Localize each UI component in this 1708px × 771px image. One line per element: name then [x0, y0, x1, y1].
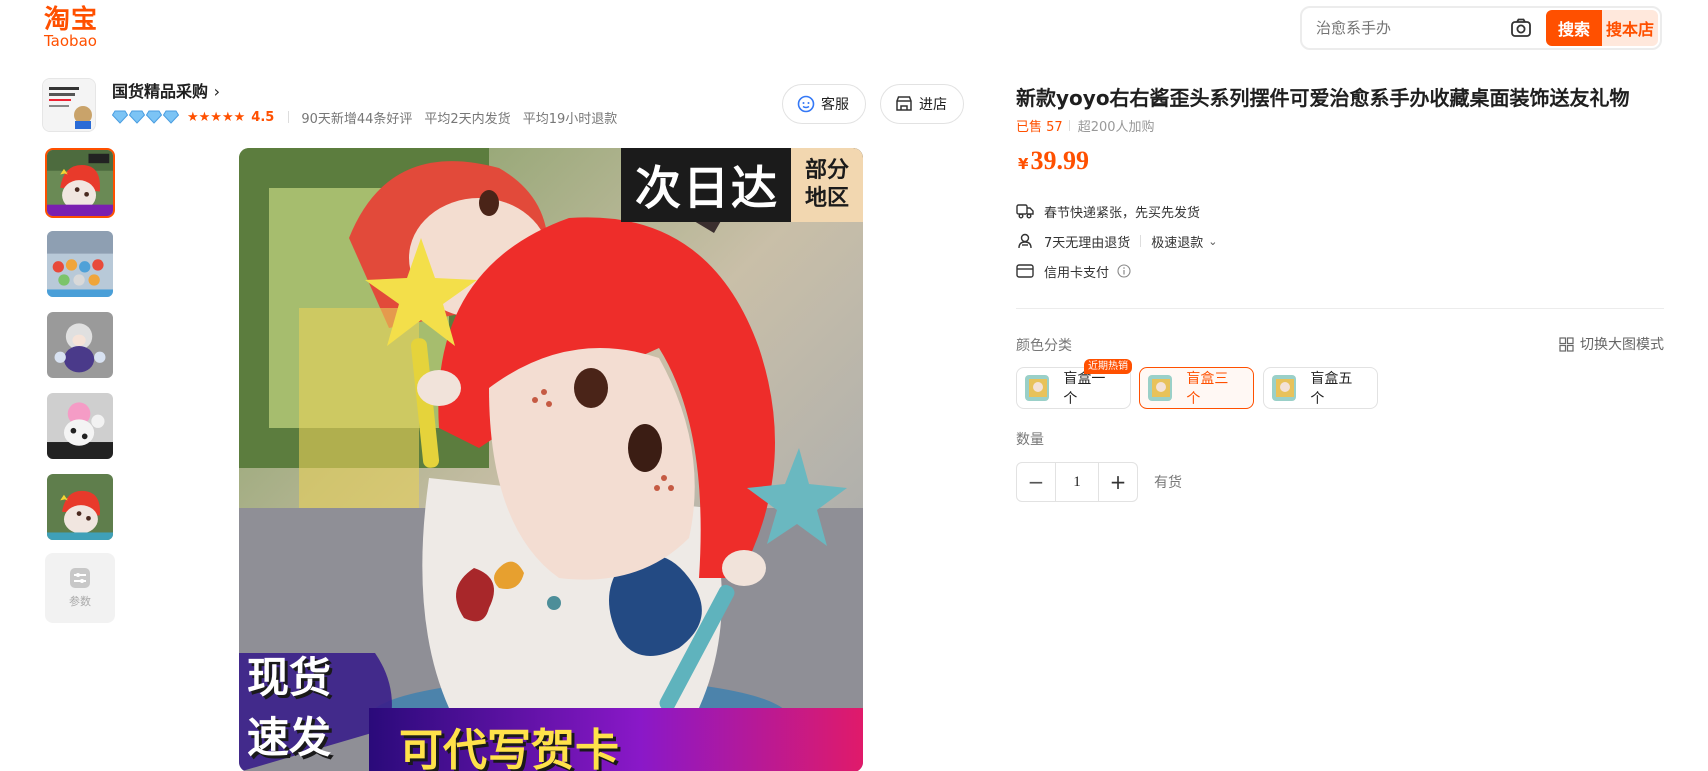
customer-service-button[interactable]: 客服	[782, 84, 866, 124]
section-divider	[1016, 308, 1664, 309]
overlay-greeting-card: 可代写贺卡	[399, 725, 619, 771]
search-input[interactable]	[1304, 9, 1510, 47]
truck-icon	[1016, 204, 1034, 219]
shop-stat: 90天新增44条好评	[301, 111, 413, 127]
shop-name-link[interactable]: 国货精品采购 ›	[112, 78, 220, 102]
quantity-increase-button[interactable]: +	[1098, 462, 1138, 502]
price-value: 39.99	[1030, 146, 1089, 175]
sku-option-2[interactable]: 盲盒三个	[1139, 367, 1254, 409]
switch-view-mode[interactable]: 切换大图模式	[1559, 334, 1664, 354]
sku-option-3[interactable]: 盲盒五个	[1263, 367, 1378, 409]
params-label: 参数	[69, 595, 91, 608]
divider	[288, 111, 290, 123]
price: ¥ 39.99	[1018, 146, 1089, 176]
payment-text: 信用卡支付	[1044, 265, 1110, 281]
grid-icon	[1559, 336, 1574, 352]
cart-count: 超200人加购	[1077, 120, 1155, 135]
shop-stat: 平均19小时退款	[522, 111, 618, 127]
shop-icon	[896, 96, 912, 111]
thumbnail-1[interactable]	[45, 148, 115, 218]
return-text: 7天无理由退货	[1044, 235, 1131, 251]
params-button[interactable]: 参数	[45, 553, 115, 623]
thumbnail-2[interactable]	[45, 229, 115, 299]
chevron-right-icon: ›	[213, 82, 220, 101]
sku-label: 盲盒五个	[1310, 371, 1353, 407]
return-icon	[1018, 233, 1032, 249]
search-bar: 搜索 搜本店	[1300, 6, 1662, 50]
shipping-text: 春节快递紧张，先买先发货	[1044, 205, 1201, 221]
logo-text-en: Taobao	[44, 32, 97, 50]
thumbnail-3[interactable]	[45, 310, 115, 380]
enter-shop-button[interactable]: 进店	[880, 84, 964, 124]
shop-stat: 平均2天内发货	[424, 111, 511, 127]
sku-label: 盲盒一个	[1063, 371, 1106, 407]
search-button[interactable]: 搜索	[1546, 10, 1602, 46]
shop-rating: 4.5	[251, 109, 275, 125]
customer-service-icon	[797, 95, 815, 113]
logo-text-cn: 淘宝	[44, 5, 99, 35]
overlay-region: 部分 地区	[804, 158, 849, 211]
quantity-decrease-button[interactable]: −	[1016, 462, 1056, 502]
thumbnail-4[interactable]	[45, 391, 115, 461]
payment-method: 信用卡支付	[1016, 261, 1131, 281]
sold-count: 已售 57	[1016, 120, 1063, 135]
shop-logo[interactable]	[42, 78, 96, 132]
shop-name: 国货精品采购	[112, 82, 209, 101]
color-category-label: 颜色分类	[1016, 338, 1072, 354]
overlay-in-stock: 现货 速发	[247, 653, 332, 762]
thumbnail-list: 参数	[45, 148, 117, 623]
product-title: 新款yoyo右右酱歪头系列摆件可爱治愈系手办收藏桌面装饰送友礼物	[1016, 86, 1630, 110]
overlay-next-day: 次日达	[635, 161, 779, 215]
sku-label: 盲盒三个	[1186, 371, 1229, 407]
sales-info: 已售 57 超200人加购	[1016, 116, 1155, 135]
hot-sale-badge: 近期热销	[1084, 359, 1132, 374]
params-icon	[70, 568, 90, 588]
quantity-stepper: − 1 + 有货	[1016, 462, 1182, 502]
customer-service-label: 客服	[821, 97, 849, 113]
currency-symbol: ¥	[1018, 155, 1029, 173]
sku-thumbnail	[1272, 375, 1297, 401]
stock-status: 有货	[1154, 475, 1182, 491]
thumbnail-5[interactable]	[45, 472, 115, 542]
switch-mode-label: 切换大图模式	[1580, 337, 1664, 353]
info-icon[interactable]	[1117, 264, 1131, 278]
sku-thumbnail	[1148, 375, 1173, 401]
return-policy[interactable]: 7天无理由退货 极速退款 ⌄	[1016, 231, 1218, 251]
shop-meta: ★★★★★ 4.5 90天新增44条好评 平均2天内发货 平均19小时退款	[112, 108, 629, 127]
shipping-notice: 春节快递紧张，先买先发货	[1016, 201, 1200, 221]
main-product-image[interactable]: 次日达 部分 地区 现货 速发 可代写贺卡	[239, 148, 863, 771]
divider	[1068, 120, 1070, 131]
enter-shop-label: 进店	[919, 97, 947, 113]
search-shop-button[interactable]: 搜本店	[1602, 10, 1658, 46]
sku-thumbnail	[1025, 375, 1050, 401]
quantity-input[interactable]: 1	[1056, 462, 1098, 502]
star-rating-icon: ★★★★★	[187, 109, 246, 125]
camera-icon[interactable]	[1510, 15, 1532, 41]
diamond-level-icon	[112, 110, 179, 124]
quantity-label: 数量	[1016, 432, 1044, 448]
credit-card-icon	[1016, 264, 1034, 278]
fast-refund-text: 极速退款	[1151, 235, 1204, 251]
sku-option-1[interactable]: 盲盒一个 近期热销	[1016, 359, 1132, 409]
chevron-down-icon: ⌄	[1208, 234, 1218, 248]
taobao-logo[interactable]: 淘宝 Taobao	[44, 6, 110, 50]
divider	[1140, 235, 1142, 247]
